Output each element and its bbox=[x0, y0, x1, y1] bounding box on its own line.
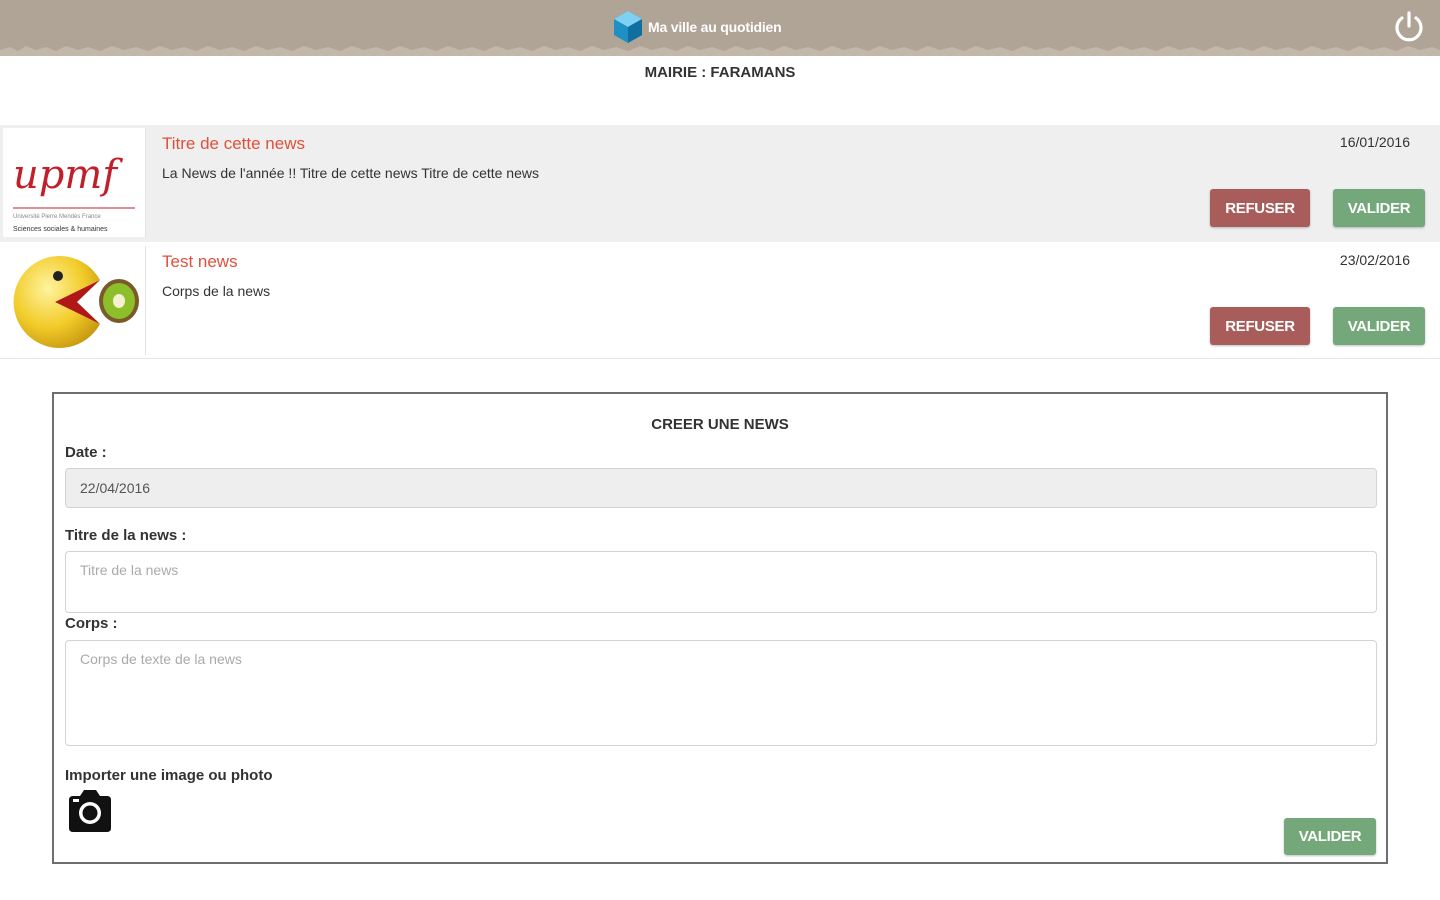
news-item: upmf Université Pierre Mendès France Sci… bbox=[0, 125, 1440, 242]
news-title[interactable]: Titre de cette news bbox=[162, 134, 305, 154]
news-date: 23/02/2016 bbox=[1339, 252, 1410, 268]
svg-text:Sciences sociales & humaines: Sciences sociales & humaines bbox=[13, 226, 108, 233]
create-news-form: CREER UNE NEWS Date : 22/04/2016 Titre d… bbox=[52, 392, 1388, 864]
app-name: Ma ville au quotidien bbox=[648, 19, 782, 35]
news-thumbnail bbox=[3, 246, 146, 355]
top-bar: Ma ville au quotidien bbox=[0, 0, 1440, 56]
app-brand: Ma ville au quotidien bbox=[612, 9, 782, 45]
pacman-kiwi-image bbox=[3, 246, 145, 355]
svg-text:Université Pierre Mendès Franc: Université Pierre Mendès France bbox=[13, 214, 101, 220]
news-title-label: Titre de la news : bbox=[65, 527, 187, 544]
news-body-input[interactable] bbox=[65, 640, 1377, 746]
validate-button[interactable]: VALIDER bbox=[1333, 189, 1425, 227]
news-thumbnail: upmf Université Pierre Mendès France Sci… bbox=[3, 128, 146, 237]
news-date: 16/01/2016 bbox=[1339, 134, 1410, 150]
cube-logo-icon bbox=[614, 11, 642, 43]
submit-button[interactable]: VALIDER bbox=[1284, 818, 1376, 855]
power-icon[interactable] bbox=[1392, 10, 1426, 44]
upmf-logo-image: upmf Université Pierre Mendès France Sci… bbox=[3, 128, 145, 237]
news-title-input[interactable] bbox=[65, 551, 1377, 613]
date-field[interactable]: 22/04/2016 bbox=[65, 468, 1377, 508]
import-label: Importer une image ou photo bbox=[65, 767, 273, 784]
news-title[interactable]: Test news bbox=[162, 252, 238, 272]
refuse-button[interactable]: REFUSER bbox=[1210, 307, 1310, 345]
camera-icon[interactable] bbox=[65, 788, 115, 834]
news-body: Corps de la news bbox=[162, 283, 271, 299]
validate-button[interactable]: VALIDER bbox=[1333, 307, 1425, 345]
mairie-heading: MAIRIE : FARAMANS bbox=[644, 64, 796, 81]
form-title: CREER UNE NEWS bbox=[651, 416, 789, 433]
svg-text:upmf: upmf bbox=[13, 152, 123, 198]
body-label: Corps : bbox=[65, 615, 118, 632]
news-body: La News de l'année !! Titre de cette new… bbox=[162, 165, 539, 181]
refuse-button[interactable]: REFUSER bbox=[1210, 189, 1310, 227]
news-item: Test news Corps de la news 23/02/2016 RE… bbox=[0, 243, 1440, 359]
date-label: Date : bbox=[65, 444, 107, 461]
